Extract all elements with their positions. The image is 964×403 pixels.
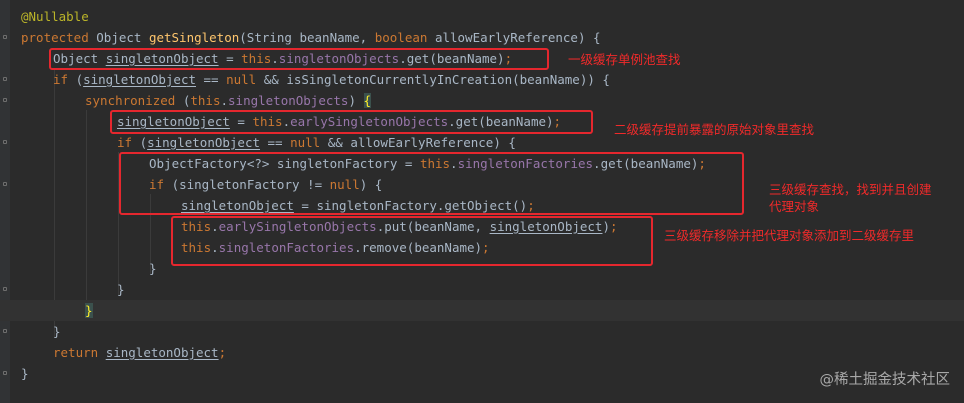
code-line[interactable]: if (singletonObject == null && allowEarl…: [0, 132, 964, 153]
code-line[interactable]: protected Object getSingleton(String bea…: [0, 27, 964, 48]
code-token: }: [21, 366, 29, 381]
code-line[interactable]: }: [0, 300, 964, 321]
code-token: ==: [260, 135, 291, 150]
code-line[interactable]: }: [0, 321, 964, 342]
code-token: allowEarlyReference) {: [434, 30, 601, 45]
code-text: if (singletonObject == null && allowEarl…: [117, 132, 516, 153]
code-token: ): [348, 93, 364, 108]
code-text: protected Object getSingleton(String bea…: [21, 27, 601, 48]
code-token: singletonObject: [83, 72, 196, 87]
code-text: if (singletonObject == null && isSinglet…: [53, 69, 610, 90]
code-token: {: [363, 93, 372, 108]
code-token: .: [220, 93, 229, 108]
annotation-level2-cache: 二级缓存提前暴露的原始对象里查找: [614, 122, 815, 137]
code-token: protected: [21, 30, 97, 45]
code-editor[interactable]: @Nullable protected Object getSingleton(S…: [0, 0, 964, 403]
code-text: @Nullable: [21, 6, 89, 27]
code-token: (: [75, 72, 84, 87]
code-text: }: [149, 258, 157, 279]
code-text: }: [117, 279, 125, 300]
code-token: getSingleton: [148, 30, 240, 45]
watermark: @稀土掘金技术社区: [819, 372, 951, 388]
highlight-box-level1: [49, 48, 549, 70]
code-token: ==: [196, 72, 227, 87]
code-token: synchronized: [85, 93, 183, 108]
code-token: boolean: [374, 30, 435, 45]
code-token: if: [117, 135, 140, 150]
highlight-box-level3-lookup: [119, 152, 744, 215]
code-token: @Nullable: [21, 9, 89, 24]
code-token: null: [290, 135, 328, 150]
code-token: (String beanName,: [239, 30, 375, 45]
code-token: this: [190, 93, 221, 108]
code-text: }: [85, 300, 93, 321]
code-line[interactable]: if (singletonObject == null && isSinglet…: [0, 69, 964, 90]
code-token: && allowEarlyReference) {: [327, 135, 516, 150]
code-text: }: [53, 321, 61, 342]
annotation-level3-create: 三级缓存查找，找到并且创建 代理对象: [769, 182, 932, 214]
code-token: }: [53, 324, 61, 339]
code-token: if: [53, 72, 76, 87]
code-token: Object: [96, 30, 149, 45]
code-token: singletonObjects: [228, 93, 349, 108]
code-text: }: [21, 363, 29, 384]
code-token: return: [53, 345, 106, 360]
code-line[interactable]: synchronized (this.singletonObjects) {: [0, 90, 964, 111]
code-text: return singletonObject;: [53, 342, 226, 363]
code-token: && isSingletonCurrentlyInCreation(beanNa…: [263, 72, 610, 87]
code-token: }: [85, 303, 93, 318]
code-token: singletonObject: [105, 345, 219, 360]
highlight-box-level3-move: [171, 216, 653, 266]
annotation-level3-move: 三级缓存移除并把代理对象添加到二级缓存里: [664, 228, 915, 243]
code-token: ;: [218, 345, 227, 360]
code-token: singletonObject: [147, 135, 260, 150]
code-text: synchronized (this.singletonObjects) {: [85, 90, 372, 111]
code-line[interactable]: }: [0, 279, 964, 300]
highlight-box-level2: [110, 110, 593, 134]
code-token: }: [149, 261, 157, 276]
annotation-level1-cache: 一级缓存单例池查找: [568, 52, 681, 67]
code-token: }: [117, 282, 125, 297]
code-token: null: [226, 72, 264, 87]
code-line[interactable]: return singletonObject;: [0, 342, 964, 363]
code-line[interactable]: @Nullable: [0, 6, 964, 27]
code-token: (: [139, 135, 148, 150]
